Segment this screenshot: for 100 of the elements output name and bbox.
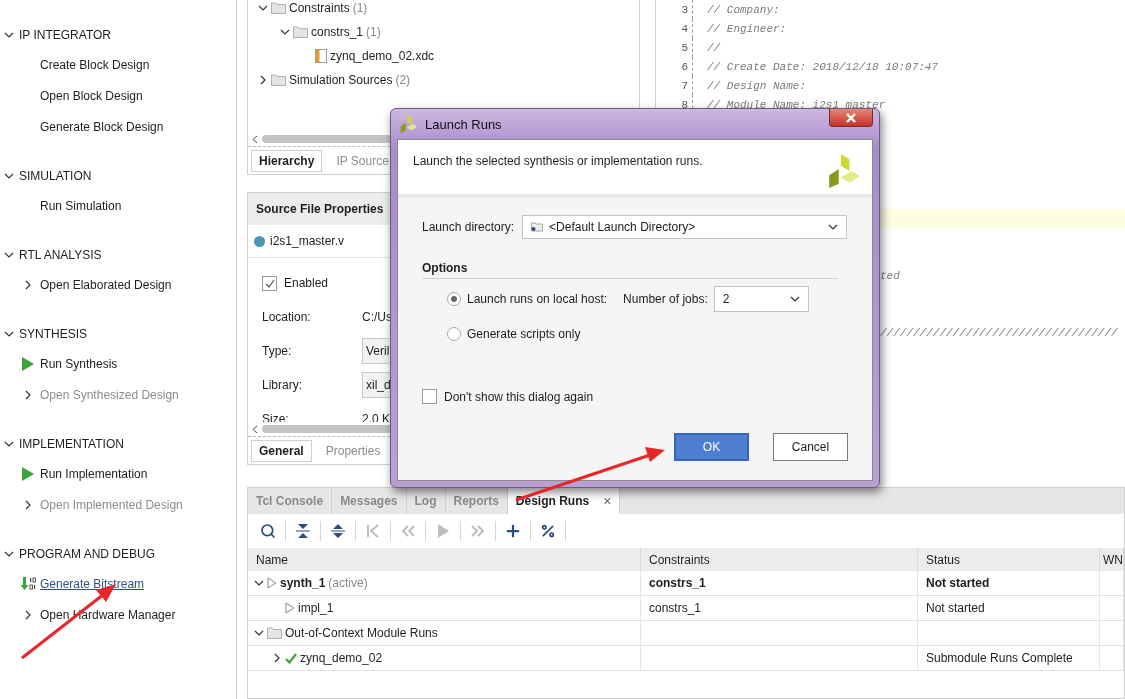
constraints-value: constrs_1 xyxy=(649,576,706,590)
select-field[interactable]: Veril xyxy=(362,338,390,364)
caret-icon[interactable] xyxy=(23,389,33,400)
status-value: Not started xyxy=(926,576,990,590)
caret-icon[interactable] xyxy=(258,75,268,85)
status-value: Submodule Runs Complete xyxy=(926,651,1073,665)
dialog-description: Launch the selected synthesis or implementation runs. xyxy=(413,154,703,170)
caret-icon[interactable] xyxy=(254,578,264,588)
plus-icon xyxy=(504,522,522,540)
column-header[interactable]: Name xyxy=(248,548,641,571)
check-icon xyxy=(285,652,297,664)
caret-icon[interactable] xyxy=(258,3,268,13)
caret-icon[interactable] xyxy=(4,329,14,339)
scroll-left-icon[interactable] xyxy=(252,424,258,434)
line-number: 6 xyxy=(680,60,688,73)
double-right-icon xyxy=(471,525,485,537)
collapse-all-icon xyxy=(296,523,310,539)
flow-item[interactable]: Generate Block Design xyxy=(40,119,164,134)
close-button[interactable] xyxy=(829,109,873,127)
line-number: 8 xyxy=(680,98,688,111)
jobs-dropdown[interactable]: 2 xyxy=(713,286,809,312)
checkbox-label: Enabled xyxy=(284,276,329,290)
dialog-button[interactable]: OK xyxy=(674,433,749,461)
double-left-icon xyxy=(401,525,415,537)
run-name[interactable]: synth_1 xyxy=(280,576,326,590)
folder-icon xyxy=(267,627,282,639)
tree-item[interactable]: zynq_demo_02.xdc xyxy=(330,49,435,63)
flow-item[interactable]: Create Block Design xyxy=(40,57,150,72)
dropdown-caret-icon[interactable] xyxy=(828,222,839,232)
folder-icon xyxy=(531,222,544,232)
folder-icon xyxy=(271,74,286,86)
file-dot-icon xyxy=(254,235,265,247)
section-title: Options xyxy=(422,261,838,279)
section-title: RTL ANALYSIS xyxy=(19,248,102,262)
directory-dropdown[interactable]: <Default Launch Directory> xyxy=(522,215,848,239)
line-number: 5 xyxy=(680,41,688,54)
panel-tab[interactable]: Hierarchy xyxy=(251,149,323,172)
caret-icon[interactable] xyxy=(4,549,14,559)
radio-label[interactable]: Launch runs on local host: xyxy=(467,292,608,306)
code-comment: ted xyxy=(880,269,900,282)
caret-icon[interactable] xyxy=(4,30,14,40)
scroll-left-icon[interactable] xyxy=(252,134,258,144)
download-bits-icon xyxy=(20,576,36,591)
run-note: (active) xyxy=(328,576,368,590)
item-count: (2) xyxy=(395,73,411,87)
code-comment: // Company: xyxy=(707,3,780,16)
run-name[interactable]: impl_1 xyxy=(298,601,334,615)
panel-tab[interactable]: General xyxy=(251,439,312,462)
flow-item[interactable]: Open Block Design xyxy=(40,88,143,103)
line-number: 3 xyxy=(680,3,688,16)
dialog-button[interactable]: Cancel xyxy=(773,433,848,461)
flow-item[interactable]: Open Elaborated Design xyxy=(40,277,172,292)
radio-label[interactable]: Generate scripts only xyxy=(467,327,581,341)
tree-item[interactable]: Simulation Sources xyxy=(289,73,393,87)
constraints-value: constrs_1 xyxy=(649,601,702,615)
select-field[interactable]: xil_d xyxy=(362,372,391,398)
logo-icon xyxy=(399,115,417,133)
radio-button[interactable] xyxy=(447,292,461,306)
field-label: Library: xyxy=(262,378,303,392)
code-comment: // Engineer: xyxy=(707,22,787,35)
close-tab-button[interactable]: × xyxy=(603,493,612,509)
play-outline-icon xyxy=(267,577,277,589)
run-name[interactable]: zynq_demo_02 xyxy=(300,651,383,665)
skip-back-icon xyxy=(367,524,379,538)
column-header[interactable]: WN xyxy=(1100,548,1124,571)
caret-icon[interactable] xyxy=(4,171,14,181)
flow-item[interactable]: Generate Bitstream xyxy=(40,576,145,591)
flow-item[interactable]: Run Synthesis xyxy=(40,356,118,371)
code-comment: // xyxy=(707,41,721,54)
caret-icon[interactable] xyxy=(23,609,33,620)
section-title: IMPLEMENTATION xyxy=(19,437,124,451)
field-label: Number of jobs: xyxy=(623,292,708,306)
dropdown-caret-icon[interactable] xyxy=(789,294,800,304)
caret-icon[interactable] xyxy=(280,27,290,37)
caret-icon[interactable] xyxy=(23,499,33,510)
column-header[interactable]: Constraints xyxy=(641,548,918,571)
item-count: (1) xyxy=(352,1,368,15)
caret-icon[interactable] xyxy=(23,279,33,290)
play-icon xyxy=(437,524,449,538)
panel-tab[interactable]: IP Source xyxy=(328,149,397,172)
flow-item[interactable]: Run Simulation xyxy=(40,198,122,213)
caret-icon[interactable] xyxy=(272,653,282,663)
flow-item[interactable]: Run Implementation xyxy=(40,466,148,481)
caret-icon[interactable] xyxy=(4,250,14,260)
checkbox-label: Don't show this dialog again xyxy=(444,389,594,404)
play-outline-icon xyxy=(285,602,295,614)
percent-icon xyxy=(540,523,556,539)
panel-tab[interactable]: Design Runs × xyxy=(507,488,621,514)
file-icon xyxy=(315,49,327,63)
caret-icon[interactable] xyxy=(254,628,264,638)
tree-item[interactable]: constrs_1 xyxy=(311,25,364,39)
tree-item[interactable]: Constraints xyxy=(289,1,350,15)
caret-icon[interactable] xyxy=(4,439,14,449)
enabled-checkbox[interactable] xyxy=(262,275,277,291)
radio-button[interactable] xyxy=(447,327,461,341)
run-name[interactable]: Out-of-Context Module Runs xyxy=(285,626,438,640)
panel-tab[interactable]: Properties xyxy=(317,439,389,462)
checkbox[interactable] xyxy=(422,389,437,404)
field-label: Type: xyxy=(262,344,293,358)
column-header[interactable]: Status xyxy=(918,548,1100,571)
